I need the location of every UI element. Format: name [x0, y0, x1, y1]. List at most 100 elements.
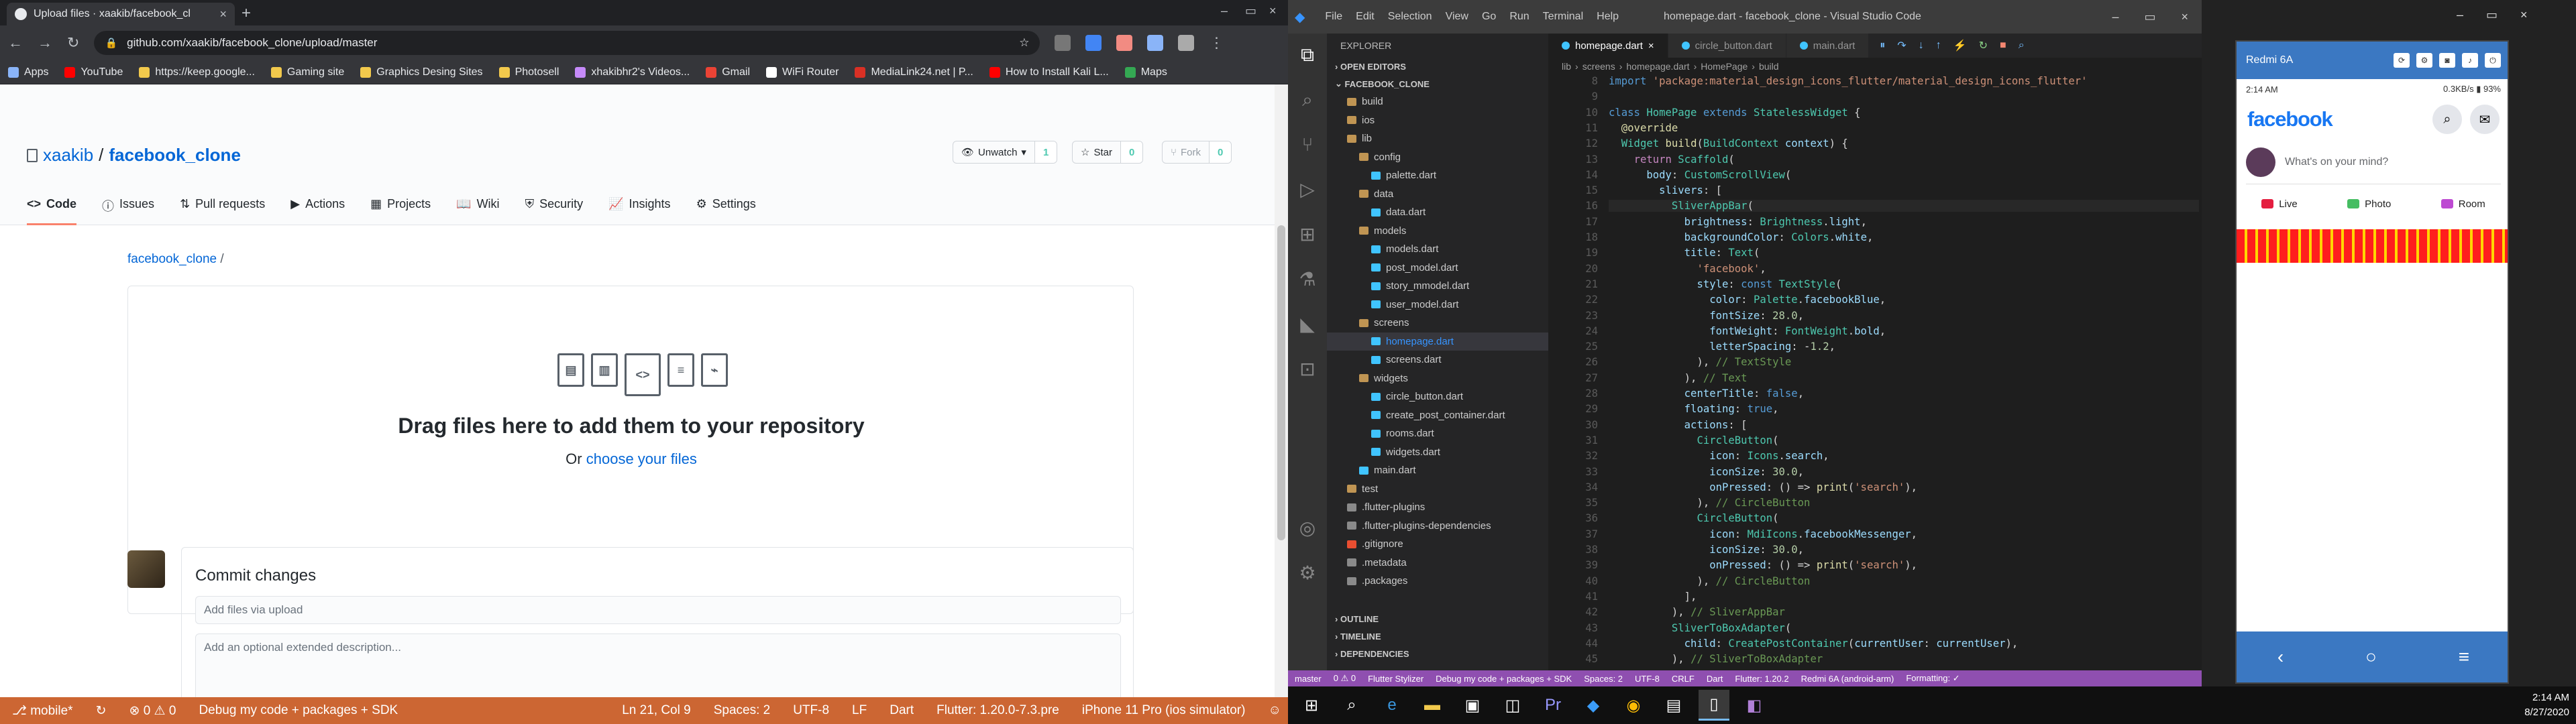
- explorer-icon[interactable]: ⧉: [1301, 44, 1314, 66]
- project-section[interactable]: ⌄ FACEBOOK_CLONE: [1327, 75, 1548, 93]
- status-item[interactable]: Flutter: 1.20.2: [1735, 674, 1788, 684]
- crumb[interactable]: homepage.dart: [1626, 61, 1689, 72]
- extension-icon[interactable]: [1085, 35, 1102, 51]
- tree-folder[interactable]: screens: [1327, 314, 1548, 333]
- tab-settings[interactable]: ⚙ Settings: [696, 192, 756, 225]
- tree-file[interactable]: .flutter-plugins-dependencies: [1327, 517, 1548, 536]
- tree-file[interactable]: .gitignore: [1327, 535, 1548, 554]
- tab-circle-button[interactable]: circle_button.dart: [1668, 34, 1786, 58]
- flutter-version[interactable]: Flutter: 1.20.0-7.3.pre: [936, 703, 1059, 718]
- minimize-icon[interactable]: –: [2112, 10, 2118, 24]
- stop-icon[interactable]: ■: [2000, 40, 2006, 52]
- vscode-taskbar-icon[interactable]: ◆: [1578, 690, 1609, 721]
- edge-icon[interactable]: e: [1377, 690, 1407, 721]
- system-clock[interactable]: 2:14 AM 8/27/2020: [2524, 690, 2569, 720]
- tab-homepage[interactable]: homepage.dart ×: [1548, 34, 1668, 58]
- status-item[interactable]: Flutter Stylizer: [1368, 674, 1424, 684]
- bookmark-item[interactable]: Gmail: [706, 66, 750, 78]
- bookmark-item[interactable]: MediaLink24.net | P...: [855, 66, 973, 78]
- minimize-icon[interactable]: –: [2457, 8, 2463, 22]
- search-icon[interactable]: ⌕: [1336, 690, 1367, 721]
- browser-tab[interactable]: Upload files · xaakib/facebook_cl ×: [7, 3, 235, 25]
- close-window-icon[interactable]: ×: [2520, 8, 2528, 22]
- windows-start-icon[interactable]: ⊞: [1296, 690, 1327, 721]
- file-explorer-icon[interactable]: ▬: [1417, 690, 1448, 721]
- tab-code[interactable]: <> Code: [27, 192, 77, 225]
- status-item[interactable]: CRLF: [1672, 674, 1695, 684]
- menu-go[interactable]: Go: [1482, 11, 1496, 23]
- device-status[interactable]: iPhone 11 Pro (ios simulator): [1082, 703, 1246, 718]
- choose-files-link[interactable]: choose your files: [586, 450, 697, 467]
- page-scrollbar[interactable]: [1275, 84, 1288, 697]
- feedback-icon[interactable]: ☺: [1268, 703, 1281, 718]
- close-tab-icon[interactable]: ×: [219, 7, 227, 21]
- source-control-icon[interactable]: ⑂: [1302, 134, 1313, 156]
- power-icon[interactable]: ⏻: [2485, 53, 2501, 68]
- tree-file[interactable]: .packages: [1327, 572, 1548, 591]
- crumb[interactable]: screens: [1582, 61, 1615, 72]
- tree-file[interactable]: story_mmodel.dart: [1327, 277, 1548, 296]
- profile-avatar[interactable]: [1178, 35, 1195, 51]
- tab-security[interactable]: ⛨ Security: [525, 192, 584, 225]
- step-over-icon[interactable]: ↷: [1897, 39, 1906, 52]
- tree-file[interactable]: .metadata: [1327, 554, 1548, 572]
- notes-icon[interactable]: ▤: [1658, 690, 1689, 721]
- tree-file[interactable]: .flutter-plugins: [1327, 498, 1548, 517]
- tab-issues[interactable]: ⓘ Issues: [102, 192, 154, 225]
- tree-folder[interactable]: test: [1327, 480, 1548, 499]
- account-icon[interactable]: ◎: [1299, 517, 1316, 539]
- rotate-icon[interactable]: ⟳: [2394, 53, 2410, 68]
- tree-file[interactable]: main.dart: [1327, 461, 1548, 480]
- live-button[interactable]: Live: [2261, 198, 2298, 210]
- tree-folder[interactable]: data: [1327, 185, 1548, 204]
- search-icon[interactable]: ⌕: [2432, 105, 2462, 134]
- close-tab-icon[interactable]: ×: [1648, 40, 1654, 52]
- gear-icon[interactable]: ⚙: [1299, 562, 1316, 584]
- reload-icon[interactable]: ↻: [67, 34, 79, 52]
- status-item[interactable]: Dart: [1707, 674, 1723, 684]
- crumb[interactable]: lib: [1562, 61, 1571, 72]
- menu-kebab-icon[interactable]: ⋮: [1209, 34, 1224, 52]
- testing-icon[interactable]: ⚗: [1299, 268, 1316, 290]
- bookmark-item[interactable]: YouTube: [64, 66, 123, 78]
- timeline-section[interactable]: › TIMELINE: [1327, 627, 1548, 645]
- back-icon[interactable]: ←: [8, 34, 23, 52]
- search-icon[interactable]: ⌕: [1302, 89, 1313, 111]
- tree-file[interactable]: homepage.dart: [1327, 332, 1548, 351]
- status-item[interactable]: Debug my code + packages + SDK: [1436, 674, 1572, 684]
- tree-file[interactable]: circle_button.dart: [1327, 387, 1548, 406]
- tree-file[interactable]: post_model.dart: [1327, 259, 1548, 278]
- tree-folder[interactable]: models: [1327, 222, 1548, 241]
- fork-button[interactable]: ⑂ Fork 0: [1162, 141, 1232, 164]
- extensions-icon[interactable]: ⊞: [1299, 223, 1315, 245]
- bookmark-item[interactable]: Maps: [1124, 66, 1167, 78]
- bookmark-item[interactable]: How to Install Kali L...: [989, 66, 1109, 78]
- tab-pull-requests[interactable]: ⇅ Pull requests: [180, 192, 265, 225]
- menu-edit[interactable]: Edit: [1356, 11, 1375, 23]
- tree-file[interactable]: data.dart: [1327, 203, 1548, 222]
- post-input[interactable]: What's on your mind?: [2285, 156, 2388, 168]
- language-status[interactable]: Dart: [890, 703, 914, 718]
- step-out-icon[interactable]: ↑: [1936, 40, 1941, 52]
- flutter-icon[interactable]: ◣: [1300, 313, 1315, 335]
- tree-file[interactable]: widgets.dart: [1327, 443, 1548, 462]
- new-tab-icon[interactable]: +: [241, 4, 251, 23]
- tree-file[interactable]: palette.dart: [1327, 166, 1548, 185]
- star-button[interactable]: ☆ Star 0: [1072, 141, 1144, 164]
- tab-main[interactable]: main.dart: [1786, 34, 1870, 58]
- pause-icon[interactable]: ⏸: [1880, 40, 1885, 52]
- encoding-status[interactable]: UTF-8: [793, 703, 829, 718]
- minimize-icon[interactable]: –: [1221, 4, 1228, 18]
- bookmark-item[interactable]: WiFi Router: [766, 66, 839, 78]
- tree-folder[interactable]: build: [1327, 93, 1548, 111]
- extension-icon[interactable]: [1055, 35, 1071, 51]
- room-button[interactable]: Room: [2440, 198, 2485, 210]
- repo-name-link[interactable]: facebook_clone: [109, 145, 241, 166]
- tab-actions[interactable]: ▶ Actions: [290, 192, 345, 225]
- maximize-icon[interactable]: ▭: [1245, 4, 1256, 18]
- messenger-icon[interactable]: ✉: [2470, 105, 2500, 134]
- step-into-icon[interactable]: ↓: [1919, 40, 1924, 52]
- cursor-position[interactable]: Ln 21, Col 9: [622, 703, 690, 718]
- tree-folder[interactable]: ios: [1327, 111, 1548, 130]
- code-editor[interactable]: 8 import 'package:material_design_icons_f…: [1548, 75, 2202, 670]
